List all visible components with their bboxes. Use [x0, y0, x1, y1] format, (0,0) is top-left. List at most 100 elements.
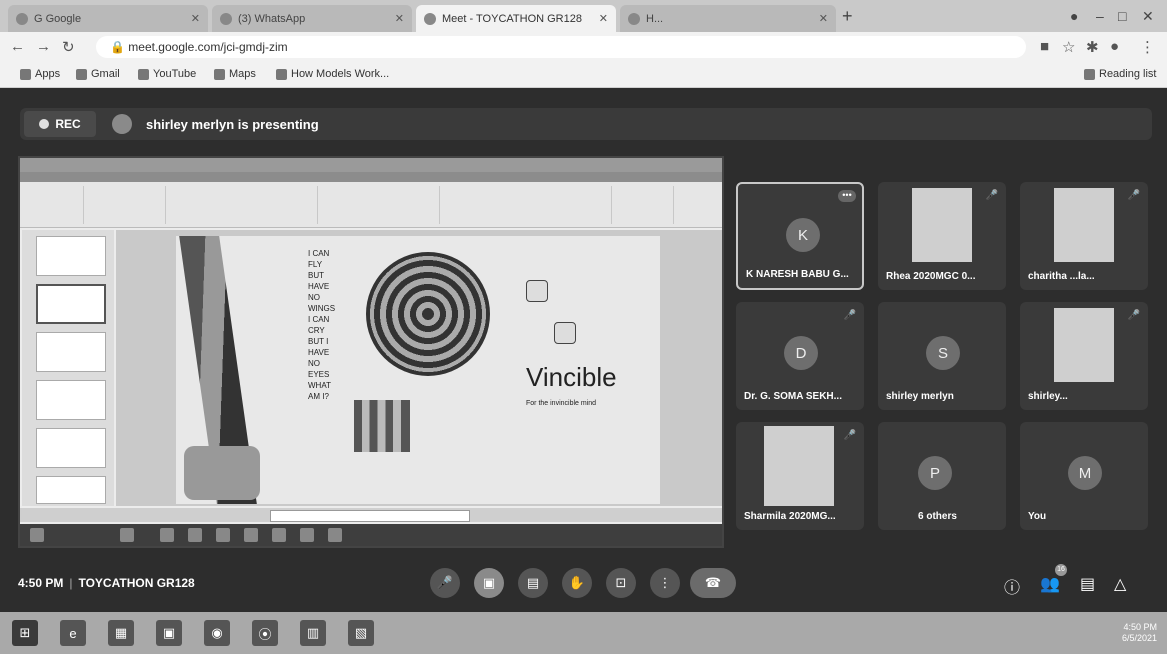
activities-icon[interactable]: △ [1114, 574, 1126, 594]
forward-icon[interactable]: → [36, 38, 51, 55]
new-tab-icon[interactable]: + [842, 6, 853, 27]
recording-indicator[interactable]: REC [24, 111, 96, 137]
app-icon [188, 528, 202, 542]
more-vert-icon: ⋮ [658, 575, 672, 590]
info-icon[interactable]: ⓘ [1004, 574, 1020, 598]
shared-screen: I CAN FLY BUT HAVE NO WINGS I CAN CRY BUT IH… [18, 156, 724, 548]
participant-tile-shirley-video[interactable]: 🎤 shirley... [1020, 302, 1148, 410]
app-icon [272, 528, 286, 542]
ribbon-group-slides [86, 186, 166, 224]
app-icon[interactable]: ▥ [300, 620, 326, 646]
participant-video [1054, 308, 1114, 382]
raise-hand-button[interactable]: ✋ [562, 568, 592, 598]
maps-icon [214, 68, 225, 80]
more-options-icon[interactable]: ••• [838, 190, 856, 202]
participant-name: Dr. G. SOMA SEKH... [744, 391, 842, 402]
tab-whatsapp[interactable]: (3) WhatsApp ✕ [212, 5, 412, 32]
ribbon-group-font [168, 186, 318, 224]
tab-google[interactable]: G Google ✕ [8, 5, 208, 32]
chat-icon[interactable]: ▤ [1080, 574, 1095, 594]
present-icon: ⊡ [615, 575, 627, 590]
close-icon[interactable]: ✕ [593, 12, 608, 25]
store-icon[interactable]: ▣ [156, 620, 182, 646]
participant-tile-sharmila[interactable]: 🎤 Sharmila 2020MG... [736, 422, 864, 530]
participant-name: You [1028, 511, 1047, 522]
windows-taskbar: ⊞ e ▦ ▣ ◉ ⦿ ▥ ▧ 4:50 PM 6/5/2021 [0, 612, 1167, 654]
more-options-button[interactable]: ⋮ [650, 568, 680, 598]
participant-tile-k-naresh[interactable]: ••• K K NARESH BABU G... [736, 182, 864, 290]
back-icon[interactable]: ← [10, 38, 25, 55]
participant-tile-shirley[interactable]: S shirley merlyn [878, 302, 1006, 410]
camera-button[interactable]: ▣ [474, 568, 504, 598]
close-icon[interactable]: ✕ [185, 12, 200, 25]
maps-pin-icon[interactable]: ⦿ [252, 620, 278, 646]
slide-tagline: For the invincible mind [526, 400, 597, 407]
present-button[interactable]: ⊡ [606, 568, 636, 598]
participant-tile-others[interactable]: P 6 others [878, 422, 1006, 530]
mic-muted-icon: 🎤 [985, 190, 998, 201]
tab-other[interactable]: H... ✕ [620, 5, 836, 32]
participant-tile-you[interactable]: M You [1020, 422, 1148, 530]
star-icon[interactable]: ☆ [1062, 38, 1075, 56]
edge-icon[interactable]: e [60, 620, 86, 646]
slide-thumbnail-selected[interactable] [36, 284, 106, 324]
app-icon [216, 528, 230, 542]
bookmark-apps[interactable]: Apps [20, 68, 60, 80]
slide-thumbnail[interactable] [36, 236, 106, 276]
close-icon[interactable]: ✕ [389, 12, 404, 25]
participant-tile-charitha[interactable]: 🎤 charitha ...la... [1020, 182, 1148, 290]
mic-muted-icon: 🎤 [843, 430, 856, 441]
mic-button[interactable]: 🎤 [430, 568, 460, 598]
mic-muted-icon: 🎤 [1127, 190, 1140, 201]
people-icon[interactable]: 👥 [1040, 574, 1060, 594]
url-text: meet.google.com/jci-gmdj-zim [128, 40, 288, 54]
avatar: M [1068, 456, 1102, 490]
extensions-icon[interactable]: ✱ [1086, 38, 1099, 56]
profile-avatar[interactable]: ● [1110, 38, 1119, 55]
leave-call-button[interactable]: ☎ [690, 568, 736, 598]
menu-icon[interactable]: ⋮ [1140, 38, 1155, 56]
slide-thumbnail[interactable] [36, 428, 106, 468]
tab-meet[interactable]: Meet - TOYCATHON GR128 ✕ [416, 5, 616, 32]
powerpoint-icon[interactable]: ▧ [348, 620, 374, 646]
participant-video [1054, 188, 1114, 262]
reload-icon[interactable]: ↻ [62, 38, 75, 56]
bookmark-gmail[interactable]: Gmail [76, 68, 120, 80]
participant-tile-rhea[interactable]: 🎤 Rhea 2020MGC 0... [878, 182, 1006, 290]
youtube-icon [138, 68, 149, 80]
minimize-icon[interactable]: – [1096, 8, 1104, 24]
participant-count-badge: 16 [1055, 564, 1067, 576]
slide-thumbnail[interactable] [36, 380, 106, 420]
lock-icon: 🔒 [110, 40, 129, 54]
participant-name: charitha ...la... [1028, 271, 1095, 282]
shared-taskbar [20, 524, 722, 546]
record-dot-icon [39, 119, 50, 129]
app-icon [328, 528, 342, 542]
file-explorer-icon[interactable]: ▦ [108, 620, 134, 646]
participant-tile-dr-soma[interactable]: 🎤 D Dr. G. SOMA SEKH... [736, 302, 864, 410]
page-icon [276, 68, 287, 80]
close-window-icon[interactable]: ✕ [1142, 8, 1154, 25]
url-input[interactable]: 🔒 meet.google.com/jci-gmdj-zim [96, 36, 1026, 58]
windows-start-icon[interactable]: ⊞ [12, 620, 38, 646]
system-clock[interactable]: 4:50 PM 6/5/2021 [1122, 622, 1157, 644]
slide-thumbnail[interactable] [36, 476, 106, 504]
slide-thumbnail[interactable] [36, 332, 106, 372]
chrome-icon[interactable]: ◉ [204, 620, 230, 646]
bookmark-maps[interactable]: Maps [214, 68, 256, 80]
hand-icon: ✋ [568, 575, 586, 590]
maximize-icon[interactable]: □ [1118, 8, 1126, 24]
slide-thumbnails [22, 230, 114, 506]
camera-blocked-icon[interactable]: ■ [1040, 38, 1049, 55]
tab-title: G Google [34, 12, 82, 25]
ribbon-tabs [20, 172, 722, 182]
apps-icon [20, 68, 31, 80]
app-icon [244, 528, 258, 542]
bookmark-youtube[interactable]: YouTube [138, 68, 196, 80]
captions-button[interactable]: ▤ [518, 568, 548, 598]
profile-dot-icon[interactable]: ● [1070, 8, 1078, 24]
bookmark-how-models-work[interactable]: How Models Work... [276, 68, 389, 80]
close-icon[interactable]: ✕ [813, 12, 828, 25]
reading-list-button[interactable]: Reading list [1084, 68, 1156, 80]
tab-title: H... [646, 12, 664, 25]
